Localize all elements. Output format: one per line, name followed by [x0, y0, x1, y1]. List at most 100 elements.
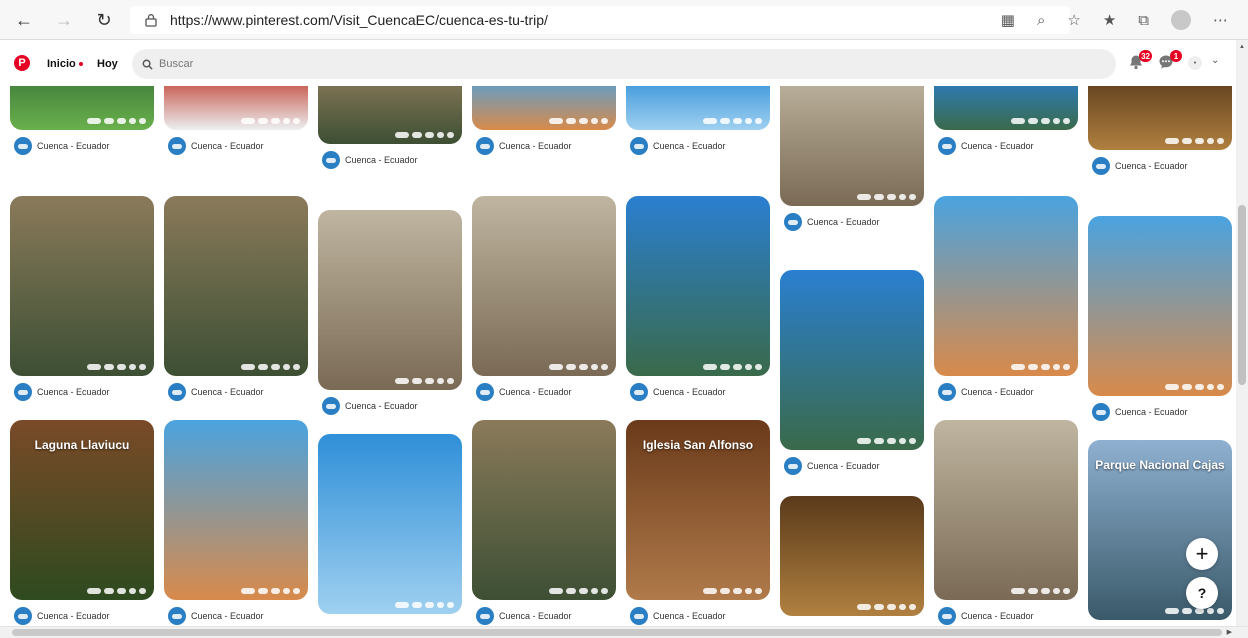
pin-caption[interactable]: Cuenca - Ecuador — [168, 607, 264, 625]
pin-image[interactable] — [164, 196, 308, 376]
pin-caption-text: Cuenca - Ecuador — [653, 387, 726, 397]
messages-icon[interactable]: 1 — [1158, 50, 1182, 72]
pin-caption-text: Cuenca - Ecuador — [653, 141, 726, 151]
pin-image[interactable]: Laguna Llaviucu — [10, 420, 154, 600]
pin-image[interactable] — [1088, 216, 1232, 396]
pin-caption[interactable]: Cuenca - Ecuador — [476, 137, 572, 155]
watermark-logos — [395, 132, 454, 138]
pin-image[interactable] — [472, 196, 616, 376]
pin-caption[interactable]: Cuenca - Ecuador — [168, 137, 264, 155]
pin-caption[interactable]: Cuenca - Ecuador — [476, 383, 572, 401]
watermark-logos — [703, 588, 762, 594]
search-icon — [142, 59, 153, 70]
notifications-icon[interactable]: 32 — [1128, 50, 1152, 72]
pin-image[interactable] — [626, 86, 770, 130]
pin-caption[interactable]: Cuenca - Ecuador — [168, 383, 264, 401]
zoom-icon[interactable]: ⌕ — [1037, 12, 1045, 29]
tab-home[interactable]: Inicio — [47, 58, 83, 70]
pin-caption-text: Cuenca - Ecuador — [345, 155, 418, 165]
pin-image[interactable] — [1088, 86, 1232, 150]
forward-icon[interactable]: → — [46, 4, 82, 36]
pin-caption[interactable]: Cuenca - Ecuador — [1092, 403, 1188, 421]
pin-caption-text: Cuenca - Ecuador — [499, 141, 572, 151]
pin-caption[interactable]: Cuenca - Ecuador — [322, 397, 418, 415]
horizontal-scroll-thumb[interactable] — [12, 629, 1222, 636]
back-icon[interactable]: ← — [6, 4, 42, 36]
cuenca-logo-icon — [14, 137, 32, 155]
more-icon[interactable]: ⋯ — [1213, 11, 1228, 29]
pin-caption-text: Cuenca - Ecuador — [1115, 161, 1188, 171]
pin-caption-text: Cuenca - Ecuador — [1115, 407, 1188, 417]
pin-image[interactable] — [934, 420, 1078, 600]
pin-caption[interactable]: Cuenca - Ecuador — [630, 383, 726, 401]
user-avatar[interactable]: • — [1188, 56, 1202, 70]
cuenca-logo-icon — [168, 607, 186, 625]
cuenca-logo-icon — [630, 607, 648, 625]
pin-caption[interactable]: Cuenca - Ecuador — [784, 457, 880, 475]
pinterest-header: P Inicio Hoy Buscar 32 1 • ⌄ — [0, 40, 1236, 86]
watermark-logos — [241, 364, 300, 370]
collections-icon[interactable]: ⧉ — [1138, 12, 1149, 29]
tab-today[interactable]: Hoy — [97, 58, 118, 70]
add-pin-button[interactable]: + — [1186, 538, 1218, 570]
favorites-icon[interactable]: ★ — [1103, 11, 1116, 29]
watermark-logos — [1165, 384, 1224, 390]
reload-icon[interactable]: ↻ — [86, 4, 122, 36]
reader-view-icon[interactable]: ▦ — [1001, 11, 1015, 29]
pin-caption[interactable]: Cuenca - Ecuador — [938, 137, 1034, 155]
pin-caption[interactable]: Cuenca - Ecuador — [784, 213, 880, 231]
watermark-logos — [241, 588, 300, 594]
vertical-scrollbar[interactable]: ▲ — [1236, 40, 1248, 626]
pin-image[interactable] — [10, 196, 154, 376]
pin-caption[interactable]: Cuenca - Ecuador — [630, 607, 726, 625]
pin-image[interactable] — [164, 86, 308, 130]
pin-image[interactable] — [10, 86, 154, 130]
pin-caption[interactable]: Cuenca - Ecuador — [14, 383, 110, 401]
horizontal-scrollbar[interactable]: ▶ — [0, 626, 1248, 638]
pinterest-logo-icon[interactable]: P — [14, 55, 30, 71]
favorite-add-icon[interactable]: ☆ — [1067, 11, 1080, 29]
pin-image[interactable] — [626, 196, 770, 376]
cuenca-logo-icon — [322, 151, 340, 169]
pin-caption[interactable]: Cuenca - Ecuador — [938, 383, 1034, 401]
pin-caption-text: Cuenca - Ecuador — [499, 611, 572, 621]
url-text: https://www.pinterest.com/Visit_CuencaEC… — [170, 12, 548, 28]
pin-caption-text: Cuenca - Ecuador — [961, 387, 1034, 397]
cuenca-logo-icon — [938, 137, 956, 155]
search-input[interactable]: Buscar — [132, 49, 1116, 79]
watermark-logos — [703, 118, 762, 124]
pin-image[interactable] — [318, 210, 462, 390]
notifications-badge: 32 — [1139, 50, 1152, 62]
pin-caption[interactable]: Cuenca - Ecuador — [1092, 157, 1188, 175]
vertical-scroll-thumb[interactable] — [1238, 205, 1246, 385]
help-button[interactable]: ? — [1186, 577, 1218, 609]
cuenca-logo-icon — [938, 383, 956, 401]
pin-caption[interactable]: Cuenca - Ecuador — [322, 151, 418, 169]
pin-image[interactable] — [472, 86, 616, 130]
address-bar[interactable]: https://www.pinterest.com/Visit_CuencaEC… — [130, 6, 1070, 34]
watermark-logos — [857, 194, 916, 200]
chevron-down-icon[interactable]: ⌄ — [1211, 55, 1219, 66]
pin-image[interactable] — [780, 270, 924, 450]
pin-caption[interactable]: Cuenca - Ecuador — [938, 607, 1034, 625]
cuenca-logo-icon — [784, 457, 802, 475]
pin-image[interactable] — [934, 196, 1078, 376]
profile-avatar[interactable] — [1171, 10, 1191, 30]
watermark-logos — [549, 118, 608, 124]
pin-caption[interactable]: Cuenca - Ecuador — [476, 607, 572, 625]
pin-caption-text: Cuenca - Ecuador — [37, 387, 110, 397]
pin-image[interactable] — [472, 420, 616, 600]
pin-image[interactable] — [318, 434, 462, 614]
pin-image[interactable] — [780, 496, 924, 616]
watermark-logos — [549, 364, 608, 370]
watermark-logos — [395, 602, 454, 608]
pin-caption[interactable]: Cuenca - Ecuador — [630, 137, 726, 155]
pin-image[interactable] — [780, 86, 924, 206]
pin-caption[interactable]: Cuenca - Ecuador — [14, 137, 110, 155]
pin-image[interactable] — [934, 86, 1078, 130]
pin-caption-text: Cuenca - Ecuador — [961, 141, 1034, 151]
pin-caption[interactable]: Cuenca - Ecuador — [14, 607, 110, 625]
pin-image[interactable] — [164, 420, 308, 600]
pin-image[interactable]: Iglesia San Alfonso — [626, 420, 770, 600]
pin-image[interactable] — [318, 86, 462, 144]
